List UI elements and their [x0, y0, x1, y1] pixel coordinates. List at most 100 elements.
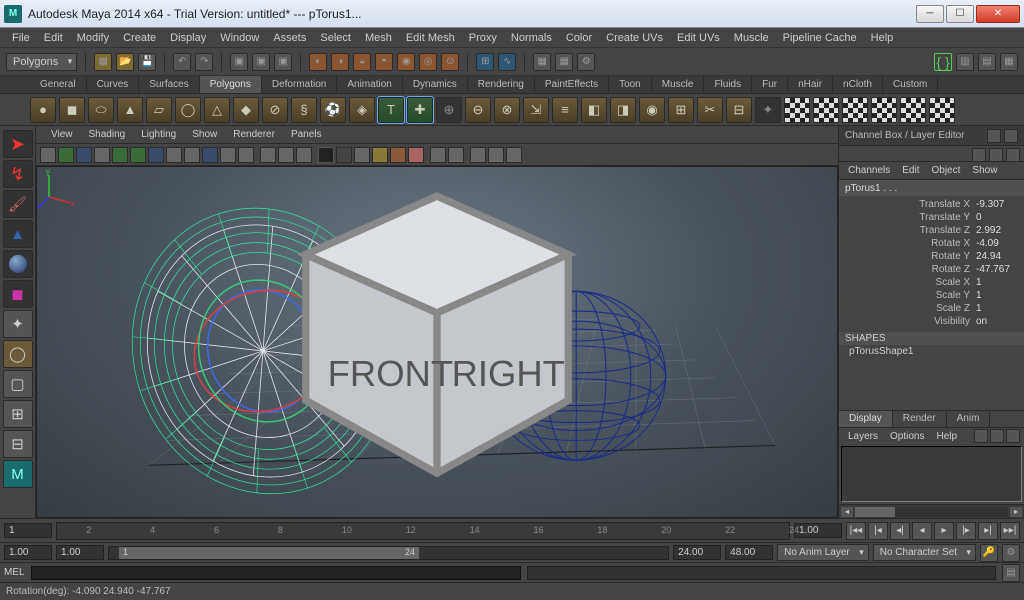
- vt-panel-2-icon[interactable]: [488, 147, 504, 163]
- poly-platonic-icon[interactable]: ◈: [349, 97, 375, 123]
- insert-edge-icon[interactable]: ⊟: [726, 97, 752, 123]
- cb-menu-object[interactable]: Object: [927, 164, 966, 177]
- last-tool-icon[interactable]: ◯: [3, 340, 33, 368]
- vt-joint-icon[interactable]: [296, 147, 312, 163]
- auto-key-icon[interactable]: 🔑: [980, 544, 998, 562]
- delete-layer-icon[interactable]: [1006, 429, 1020, 443]
- view-menu-show[interactable]: Show: [185, 128, 224, 141]
- poly-type-icon[interactable]: T: [378, 97, 404, 123]
- vt-render-1-icon[interactable]: [430, 147, 446, 163]
- vt-image-icon[interactable]: [76, 147, 92, 163]
- layout-single-icon[interactable]: ▢: [3, 370, 33, 398]
- anim-end-field[interactable]: 48.00: [725, 545, 773, 560]
- scroll-right-icon[interactable]: ▸: [1010, 507, 1022, 517]
- vt-dot3-icon[interactable]: [354, 147, 370, 163]
- shelf-tab-toon[interactable]: Toon: [609, 76, 652, 93]
- vt-gate-icon[interactable]: [130, 147, 146, 163]
- poly-cube-icon[interactable]: ◼: [59, 97, 85, 123]
- menu-edit-mesh[interactable]: Edit Mesh: [400, 30, 461, 46]
- sel-mask-6-icon[interactable]: ◎: [419, 53, 437, 71]
- extrude-icon[interactable]: ⇲: [523, 97, 549, 123]
- construction-history-icon[interactable]: { }: [934, 53, 952, 71]
- shelf-tab-deformation[interactable]: Deformation: [262, 76, 337, 93]
- maximize-button[interactable]: ☐: [946, 5, 974, 23]
- attr-scale-x[interactable]: Scale X1: [843, 276, 1020, 289]
- layout-four-icon[interactable]: ⊞: [3, 400, 33, 428]
- vt-dot4-icon[interactable]: [372, 147, 388, 163]
- menu-edit-uvs[interactable]: Edit UVs: [671, 30, 726, 46]
- sel-mask-5-icon[interactable]: ◉: [397, 53, 415, 71]
- menu-display[interactable]: Display: [164, 30, 212, 46]
- ipr-icon[interactable]: ▦: [555, 53, 573, 71]
- menu-proxy[interactable]: Proxy: [463, 30, 503, 46]
- move-tool-icon[interactable]: ▲: [3, 220, 33, 248]
- menu-help[interactable]: Help: [865, 30, 900, 46]
- character-set-dropdown[interactable]: No Character Set: [873, 544, 976, 561]
- vt-panel-3-icon[interactable]: [506, 147, 522, 163]
- poly-pipe-icon[interactable]: ⊘: [262, 97, 288, 123]
- shelf-tab-rendering[interactable]: Rendering: [468, 76, 535, 93]
- attr-translate-y[interactable]: Translate Y0: [843, 211, 1020, 224]
- anim-start-field[interactable]: 1.00: [4, 545, 52, 560]
- view-menu-view[interactable]: View: [44, 128, 80, 141]
- shelf-tab-nhair[interactable]: nHair: [788, 76, 833, 93]
- rotate-tool-icon[interactable]: [3, 250, 33, 278]
- goto-start-icon[interactable]: |◂◂: [846, 522, 866, 540]
- shelf-tab-fluids[interactable]: Fluids: [704, 76, 752, 93]
- poly-sphere-icon[interactable]: ●: [30, 97, 56, 123]
- layer-list[interactable]: [841, 446, 1022, 502]
- cb-pin-icon[interactable]: [987, 129, 1001, 143]
- sel-mask-7-icon[interactable]: ⊙: [441, 53, 459, 71]
- cb-menu-show[interactable]: Show: [967, 164, 1002, 177]
- attr-visibility[interactable]: Visibilityon: [843, 315, 1020, 328]
- manip-tool-icon[interactable]: ✦: [3, 310, 33, 338]
- multicut-icon[interactable]: ✂: [697, 97, 723, 123]
- vt-light-icon[interactable]: [220, 147, 236, 163]
- time-start-field[interactable]: 1: [4, 523, 52, 538]
- layout-two-icon[interactable]: ⊟: [3, 430, 33, 458]
- shelf-tab-fur[interactable]: Fur: [752, 76, 788, 93]
- layer-tab-anim[interactable]: Anim: [947, 411, 991, 427]
- vt-xray-icon[interactable]: [278, 147, 294, 163]
- extract-icon[interactable]: ⊖: [465, 97, 491, 123]
- menu-normals[interactable]: Normals: [505, 30, 558, 46]
- uv-4-icon[interactable]: [871, 97, 897, 123]
- close-button[interactable]: ✕: [976, 5, 1020, 23]
- range-slider[interactable]: 124: [108, 546, 669, 560]
- file-open-icon[interactable]: 📂: [116, 53, 134, 71]
- shelf-tab-painteffects[interactable]: PaintEffects: [535, 76, 609, 93]
- attr-rotate-z[interactable]: Rotate Z-47.767: [843, 263, 1020, 276]
- vt-bookmark-icon[interactable]: [58, 147, 74, 163]
- bridge-icon[interactable]: ≡: [552, 97, 578, 123]
- poly-helix-icon[interactable]: §: [291, 97, 317, 123]
- menu-create-uvs[interactable]: Create UVs: [600, 30, 669, 46]
- attr-scale-y[interactable]: Scale Y1: [843, 289, 1020, 302]
- vt-render-2-icon[interactable]: [448, 147, 464, 163]
- uv-3-icon[interactable]: [842, 97, 868, 123]
- sel-mask-3-icon[interactable]: ◒: [353, 53, 371, 71]
- poly-prism-icon[interactable]: △: [204, 97, 230, 123]
- menu-file[interactable]: File: [6, 30, 36, 46]
- render-settings-icon[interactable]: ⚙: [577, 53, 595, 71]
- sel-mask-1-icon[interactable]: ◐: [309, 53, 327, 71]
- menu-assets[interactable]: Assets: [267, 30, 312, 46]
- shelf-tab-curves[interactable]: Curves: [87, 76, 140, 93]
- goto-end-icon[interactable]: ▸▸|: [1000, 522, 1020, 540]
- vt-dot5-icon[interactable]: [390, 147, 406, 163]
- layer-menu-help[interactable]: Help: [931, 431, 962, 442]
- play-back-icon[interactable]: ◂: [912, 522, 932, 540]
- cb-menu-edit[interactable]: Edit: [897, 164, 924, 177]
- layer-tab-render[interactable]: Render: [893, 411, 947, 427]
- vt-res-icon[interactable]: [148, 147, 164, 163]
- panel-toggle-2-icon[interactable]: ▤: [978, 53, 996, 71]
- scroll-left-icon[interactable]: ◂: [841, 507, 853, 517]
- view-cube[interactable]: FRONT RIGHT: [37, 167, 837, 517]
- poly-plane-icon[interactable]: ▱: [146, 97, 172, 123]
- vt-grid-icon[interactable]: [94, 147, 110, 163]
- cb-manip-icon[interactable]: [972, 148, 986, 162]
- vt-dot6-icon[interactable]: [408, 147, 424, 163]
- shelf-tab-muscle[interactable]: Muscle: [652, 76, 705, 93]
- layer-hscroll[interactable]: ◂ ▸: [839, 504, 1024, 518]
- shape-name[interactable]: pTorusShape1: [839, 345, 1024, 358]
- vt-iso-icon[interactable]: [260, 147, 276, 163]
